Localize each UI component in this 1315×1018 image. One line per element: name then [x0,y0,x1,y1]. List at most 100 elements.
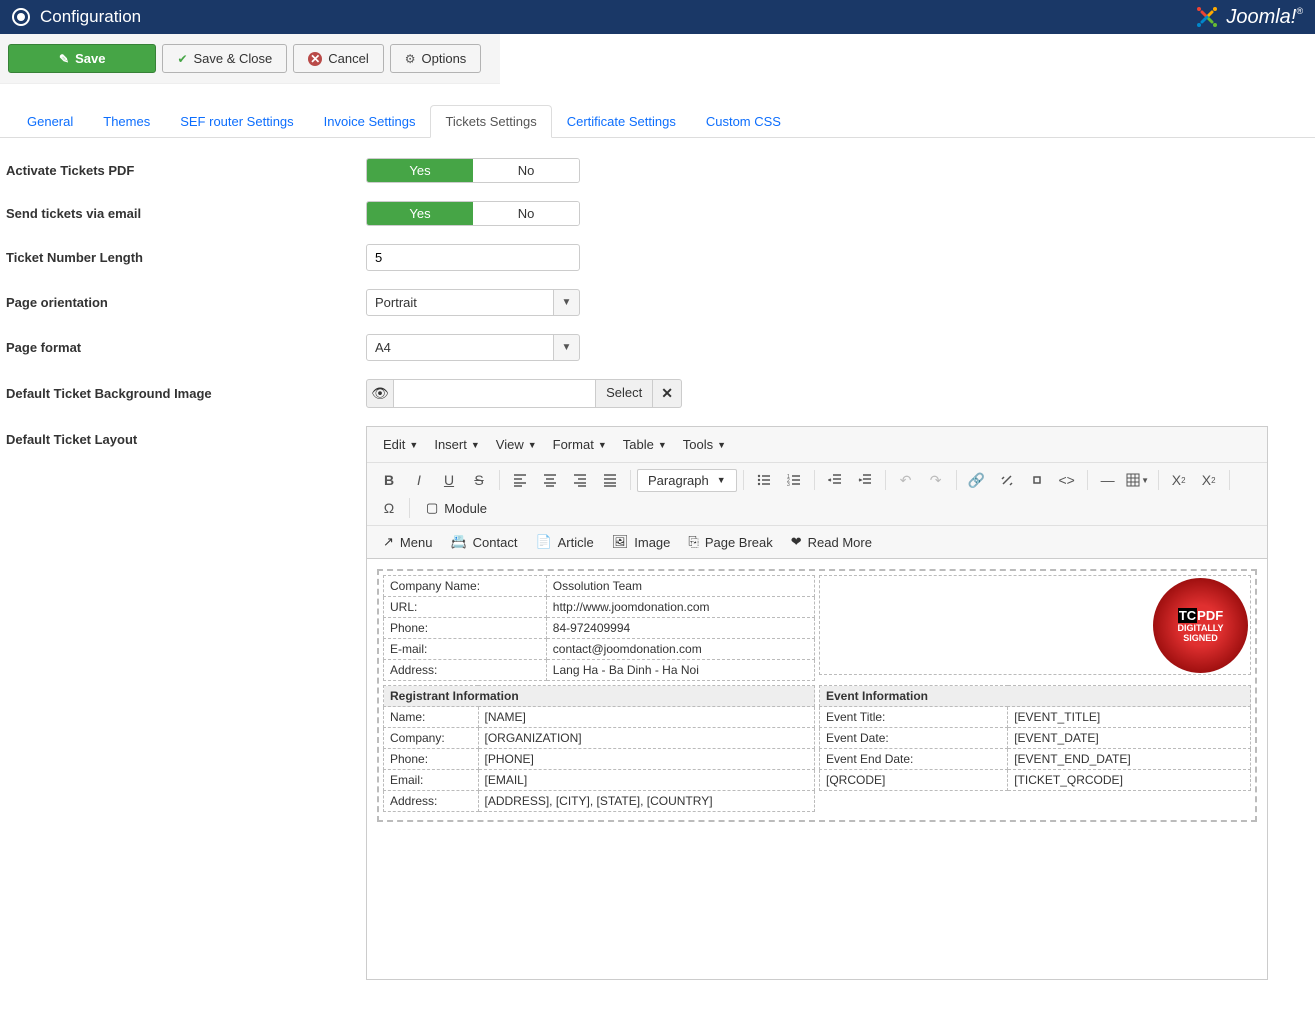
media-path-input[interactable] [394,379,596,408]
separator [956,470,957,490]
superscript-icon[interactable]: X2 [1195,467,1223,493]
align-right-icon[interactable] [566,467,594,493]
seal-container: TCPDF DIGITALLY SIGNED [819,575,1251,675]
align-justify-icon[interactable] [596,467,624,493]
special-char-icon[interactable]: Ω [375,495,403,521]
select-orientation[interactable]: Portrait ▼ [366,289,580,316]
module-label: Module [444,501,487,516]
tab-invoice[interactable]: Invoice Settings [309,105,431,138]
table-icon[interactable]: ▼ [1124,467,1152,493]
label-format: Page format [4,340,366,355]
editor-content[interactable]: Company Name:Ossolution Team URL:http://… [367,559,1267,979]
separator [814,470,815,490]
table-row: Company:[ORGANIZATION] [384,728,815,749]
media-clear-button[interactable]: ✕ [653,379,682,408]
row-layout: Default Ticket Layout Edit▼ Insert▼ View… [4,426,1311,980]
joomla-brand-text: Joomla!® [1226,6,1303,29]
check-icon: ✔ [177,52,187,66]
source-code-icon[interactable]: <> [1053,467,1081,493]
tab-general[interactable]: General [12,105,88,138]
editor-action-article[interactable]: 📄Article [527,530,601,554]
indent-icon[interactable] [851,467,879,493]
tab-themes[interactable]: Themes [88,105,165,138]
toggle-activate-pdf[interactable]: Yes No [366,158,580,183]
save-button[interactable]: ✎ Save [8,44,156,73]
readmore-icon: ❤ [791,534,802,550]
separator [409,498,410,518]
label-ticket-length: Ticket Number Length [4,250,366,265]
row-activate-pdf: Activate Tickets PDF Yes No [4,158,1311,183]
editor-menu-insert[interactable]: Insert▼ [428,433,485,456]
anchor-icon[interactable] [1023,467,1051,493]
label-orientation: Page orientation [4,295,366,310]
options-label: Options [422,51,467,66]
editor-menu-tools[interactable]: Tools▼ [677,433,732,456]
svg-text:3: 3 [787,482,790,487]
italic-icon[interactable]: I [405,467,433,493]
editor-action-contact[interactable]: 📇Contact [442,530,525,554]
tab-custom-css[interactable]: Custom CSS [691,105,796,138]
horizontal-rule-icon[interactable]: — [1094,467,1122,493]
strikethrough-icon[interactable]: S [465,467,493,493]
input-ticket-length[interactable] [366,244,580,271]
align-center-icon[interactable] [536,467,564,493]
editor-menu-table[interactable]: Table▼ [617,433,673,456]
article-icon: 📄 [535,534,551,550]
eye-icon[interactable]: 👁 [366,379,394,408]
bullet-list-icon[interactable] [750,467,778,493]
header-left: Configuration [12,7,141,27]
label-layout: Default Ticket Layout [4,426,366,447]
undo-icon[interactable]: ↶ [892,467,920,493]
link-icon[interactable]: 🔗 [963,467,991,493]
paragraph-dropdown[interactable]: Paragraph▼ [637,469,737,492]
registrant-header: Registrant Information [384,686,815,707]
editor-menu-edit[interactable]: Edit▼ [377,433,424,456]
bold-icon[interactable]: B [375,467,403,493]
number-list-icon[interactable]: 123 [780,467,808,493]
chevron-down-icon[interactable]: ▼ [554,289,580,316]
tab-certificate[interactable]: Certificate Settings [552,105,691,138]
align-left-icon[interactable] [506,467,534,493]
options-button[interactable]: ⚙ Options [390,44,482,73]
select-format[interactable]: A4 ▼ [366,334,580,361]
editor-toolbar-2: ↗Menu 📇Contact 📄Article 🖼Image ⎘Page Bre… [367,526,1267,559]
gear-icon: ⚙ [405,52,416,66]
image-icon: 🖼 [612,534,629,550]
label-activate-pdf: Activate Tickets PDF [4,163,366,178]
tab-tickets[interactable]: Tickets Settings [430,105,551,138]
toggle-send-email[interactable]: Yes No [366,201,580,226]
editor-menu-view[interactable]: View▼ [490,433,543,456]
subscript-icon[interactable]: X2 [1165,467,1193,493]
table-row: [QRCODE][TICKET_QRCODE] [820,770,1251,791]
editor-action-pagebreak[interactable]: ⎘Page Break [680,530,780,554]
tcpdf-seal-icon: TCPDF DIGITALLY SIGNED [1153,578,1248,673]
media-select-button[interactable]: Select [596,379,653,408]
row-bg-image: Default Ticket Background Image 👁 Select… [4,379,1311,408]
toggle-yes[interactable]: Yes [367,159,473,182]
editor-action-readmore[interactable]: ❤Read More [783,530,880,554]
save-close-button[interactable]: ✔ Save & Close [162,44,287,73]
tab-sef-router[interactable]: SEF router Settings [165,105,308,138]
editor-action-image[interactable]: 🖼Image [604,530,679,554]
chevron-down-icon[interactable]: ▼ [554,334,580,361]
table-row: Name:[NAME] [384,707,815,728]
module-button[interactable]: ▢ Module [416,497,497,519]
separator [1158,470,1159,490]
toggle-no[interactable]: No [473,159,579,182]
toggle-no[interactable]: No [473,202,579,225]
cancel-label: Cancel [328,51,368,66]
toggle-yes[interactable]: Yes [367,202,473,225]
underline-icon[interactable]: U [435,467,463,493]
separator [1087,470,1088,490]
pagebreak-icon: ⎘ [688,534,698,550]
label-send-email: Send tickets via email [4,206,366,221]
redo-icon[interactable]: ↷ [922,467,950,493]
row-orientation: Page orientation Portrait ▼ [4,289,1311,316]
cancel-button[interactable]: ✕ Cancel [293,44,383,73]
unlink-icon[interactable] [993,467,1021,493]
editor-action-menu[interactable]: ↗Menu [375,530,440,554]
outdent-icon[interactable] [821,467,849,493]
editor-menu-format[interactable]: Format▼ [547,433,613,456]
table-row: Phone:[PHONE] [384,749,815,770]
table-row: Email:[EMAIL] [384,770,815,791]
